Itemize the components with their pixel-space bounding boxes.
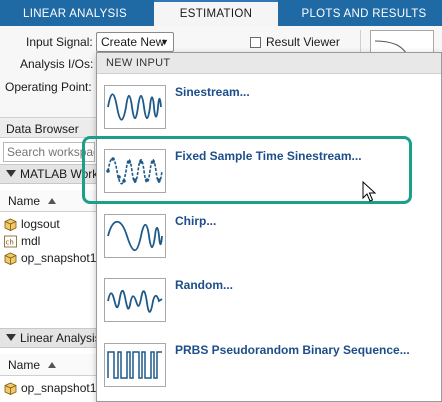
menu-item-label: Random... bbox=[175, 278, 234, 292]
tab-plots-and-results[interactable]: PLOTS AND RESULTS bbox=[294, 0, 434, 26]
name-column-header[interactable]: Name bbox=[0, 354, 99, 376]
chirp-thumbnail bbox=[104, 214, 166, 258]
menu-item-random[interactable]: Random... bbox=[97, 274, 441, 334]
menu-item-label: Sinestream... bbox=[175, 85, 250, 99]
list-item-label: op_snapshot1 bbox=[21, 381, 97, 395]
analysis-ios-label: Analysis I/Os: bbox=[20, 57, 94, 71]
name-column-label: Name bbox=[8, 358, 41, 372]
list-item[interactable]: logsout bbox=[4, 216, 60, 232]
new-input-header: NEW INPUT bbox=[97, 53, 441, 74]
new-input-menu: NEW INPUT Sinestream... Fixed Sample Tim… bbox=[96, 52, 442, 402]
menu-item-label: Chirp... bbox=[175, 214, 217, 228]
menu-item-chirp[interactable]: Chirp... bbox=[97, 210, 441, 270]
random-thumbnail bbox=[104, 278, 166, 322]
prbs-icon bbox=[107, 351, 162, 379]
chevron-down-icon: ▼ bbox=[160, 37, 169, 47]
input-signal-label: Input Signal: bbox=[26, 35, 93, 49]
mouse-cursor-icon bbox=[362, 181, 376, 202]
result-viewer-label: Result Viewer bbox=[266, 35, 340, 49]
operating-point-label: Operating Point: bbox=[5, 80, 92, 94]
input-signal-dropdown[interactable]: Create New ▼ bbox=[96, 32, 174, 52]
menu-item-label: PRBS Pseudorandom Binary Sequence... bbox=[175, 343, 410, 357]
cube-icon bbox=[4, 218, 17, 231]
char-array-icon: ch bbox=[4, 235, 17, 247]
list-item-label: mdl bbox=[21, 234, 41, 248]
result-viewer-option[interactable]: Result Viewer bbox=[250, 34, 340, 50]
cube-icon bbox=[4, 382, 17, 395]
input-signal-value: Create New bbox=[101, 35, 165, 49]
list-item[interactable]: op_snapshot1 bbox=[4, 380, 96, 396]
collapse-triangle-icon bbox=[6, 334, 16, 341]
tab-estimation[interactable]: ESTIMATION bbox=[154, 0, 278, 26]
menu-item-sinestream[interactable]: Sinestream... bbox=[97, 81, 441, 141]
collapse-triangle-icon bbox=[6, 170, 16, 177]
list-item[interactable]: op_snapshot1 bbox=[4, 250, 96, 266]
cube-icon bbox=[4, 252, 17, 265]
chirp-icon bbox=[107, 220, 163, 252]
list-item[interactable]: ch mdl bbox=[4, 233, 40, 249]
list-item-label: logsout bbox=[21, 217, 60, 231]
svg-text:ch: ch bbox=[6, 238, 14, 246]
linear-analysis-section[interactable]: Linear Analysis Workspace bbox=[0, 328, 99, 348]
sinestream-thumbnail bbox=[104, 85, 166, 129]
menu-item-prbs[interactable]: PRBS Pseudorandom Binary Sequence... bbox=[97, 339, 441, 399]
result-viewer-checkbox[interactable] bbox=[250, 36, 261, 48]
name-column-label: Name bbox=[8, 194, 41, 208]
sort-caret-icon bbox=[48, 198, 56, 204]
sinestream-icon bbox=[107, 93, 162, 121]
data-browser-title: Data Browser bbox=[0, 120, 99, 138]
random-icon bbox=[107, 289, 163, 313]
tab-linear-analysis[interactable]: LINEAR ANALYSIS bbox=[0, 0, 150, 26]
prbs-thumbnail bbox=[104, 343, 166, 387]
linear-analysis-label: Linear Analysis Workspace bbox=[20, 331, 99, 345]
tab-bar: LINEAR ANALYSIS ESTIMATION PLOTS AND RES… bbox=[0, 0, 442, 26]
list-item-label: op_snapshot1 bbox=[21, 251, 97, 265]
sort-caret-icon bbox=[48, 362, 56, 368]
